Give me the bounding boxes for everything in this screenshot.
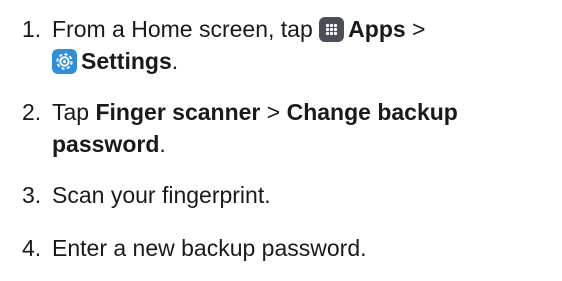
step-text-suffix: .: [171, 48, 179, 74]
separator: >: [260, 99, 287, 125]
step-number: 4.: [22, 235, 42, 261]
finger-scanner-label: Finger scanner: [95, 99, 261, 125]
step-text: Scan your fingerprint.: [52, 182, 271, 208]
password-label: password: [52, 131, 160, 157]
step-number: 2.: [22, 99, 42, 125]
step-text-suffix: .: [159, 131, 166, 157]
change-backup-label: Change backup: [286, 99, 458, 125]
step-number: 1.: [22, 16, 42, 42]
settings-gear-icon: [52, 49, 77, 74]
separator: >: [405, 16, 426, 42]
settings-label: Settings: [81, 48, 172, 74]
step-text-prefix: Tap: [52, 99, 96, 125]
apps-label: Apps: [348, 16, 406, 42]
step-text-prefix: From a Home screen, tap: [52, 16, 320, 42]
step-text: Enter a new backup password.: [52, 235, 367, 261]
step-text: Tap Finger scanner > Change backup passw…: [52, 96, 557, 160]
step-number: 3.: [22, 182, 42, 208]
step-text: From a Home screen, tap Apps > Settings.: [52, 13, 557, 77]
apps-grid-icon: [319, 17, 345, 42]
